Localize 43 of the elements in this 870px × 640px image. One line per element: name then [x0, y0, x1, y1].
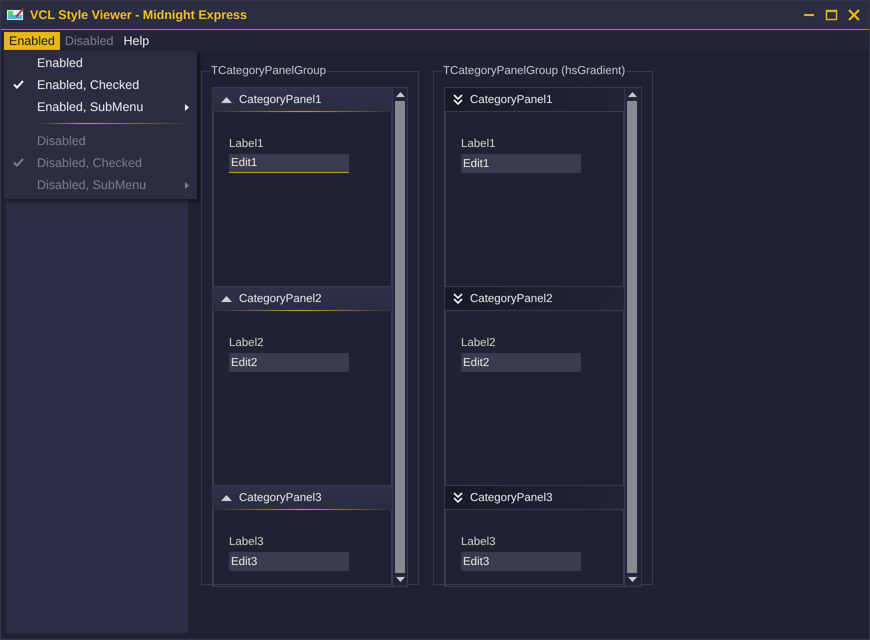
menu-item[interactable]: Enabled, SubMenu [4, 96, 197, 118]
category-panel-header[interactable]: CategoryPanel1 [445, 88, 624, 112]
input-field[interactable]: Edit3 [229, 552, 349, 571]
field-label: Label2 [229, 337, 265, 349]
scrollbar[interactable] [624, 88, 639, 586]
maximize-icon[interactable] [825, 8, 839, 22]
triangle-icon[interactable] [221, 96, 232, 102]
scroll-thumb[interactable] [395, 101, 405, 573]
triangle-icon[interactable] [221, 296, 232, 302]
category-panel-header[interactable]: CategoryPanel3 [213, 486, 392, 510]
category-panel-header[interactable]: CategoryPanel3 [445, 486, 624, 510]
field-label: Label3 [461, 536, 497, 548]
menu-bar-item[interactable]: Help [118, 32, 154, 50]
double-chevron-icon[interactable] [453, 492, 463, 503]
group-title: TCategoryPanelGroup (hsGradient) [442, 65, 626, 77]
window-title: VCL Style Viewer - Midnight Express [30, 8, 247, 22]
menu-bar-item[interactable]: Enabled [4, 32, 60, 50]
double-chevron-icon[interactable] [453, 94, 463, 105]
field-label: Label3 [229, 536, 265, 548]
group-title: TCategoryPanelGroup [210, 65, 328, 77]
field-label: Label1 [461, 138, 497, 150]
app-icon [7, 8, 24, 22]
double-chevron-icon[interactable] [453, 293, 463, 304]
scroll-down-icon[interactable] [628, 577, 636, 582]
category-panel-header[interactable]: CategoryPanel2 [213, 287, 392, 311]
input-field[interactable]: Edit1 [229, 154, 349, 173]
input-field[interactable]: Edit2 [229, 353, 349, 372]
scrollbar[interactable] [392, 88, 407, 586]
scroll-up-icon[interactable] [628, 92, 636, 97]
input-field[interactable]: Edit3 [461, 552, 581, 571]
menu-item[interactable]: Enabled [4, 52, 197, 74]
triangle-icon[interactable] [221, 494, 232, 500]
category-panel-header[interactable]: CategoryPanel1 [213, 88, 392, 112]
input-field[interactable]: Edit2 [461, 353, 581, 372]
scroll-thumb[interactable] [627, 101, 637, 573]
close-icon[interactable] [847, 8, 861, 22]
field-label: Label1 [229, 138, 265, 150]
input-field[interactable]: Edit1 [461, 154, 581, 173]
scroll-down-icon[interactable] [396, 577, 404, 582]
scroll-up-icon[interactable] [396, 92, 404, 97]
field-label: Label2 [461, 337, 497, 349]
menu-item[interactable]: Enabled, Checked [4, 74, 197, 96]
category-panel-header[interactable]: CategoryPanel2 [445, 287, 624, 311]
